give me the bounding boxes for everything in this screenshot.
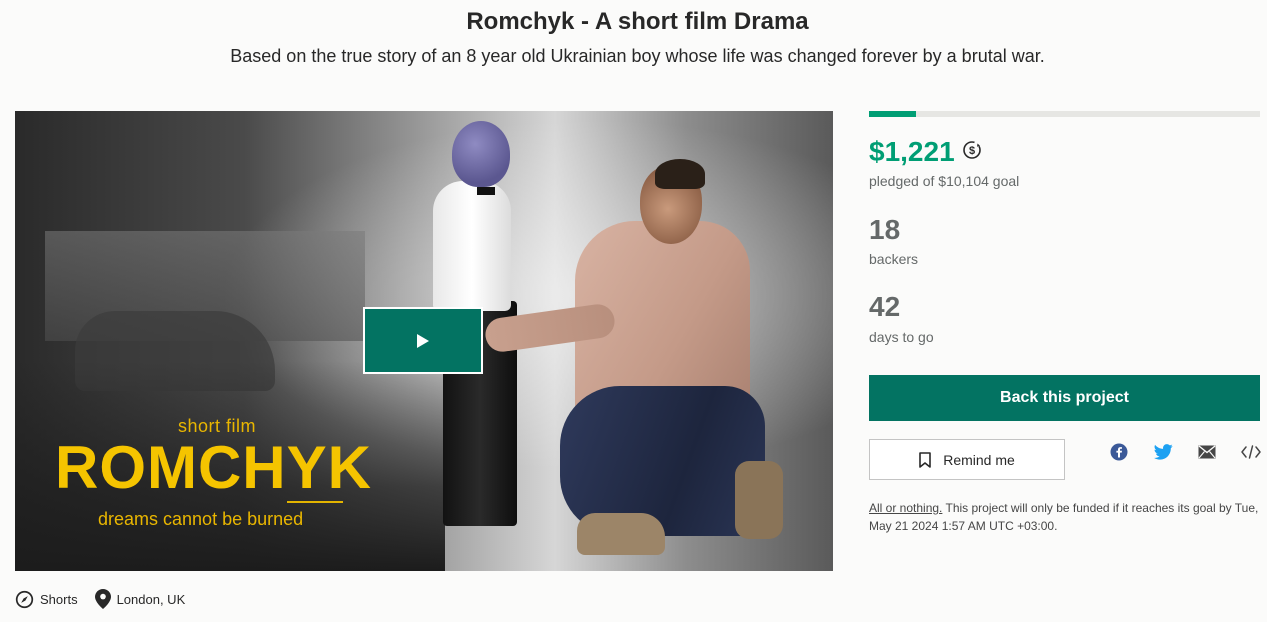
project-title: Romchyk - A short film Drama (466, 8, 809, 35)
poster-film-title: ROMCHYK (55, 434, 372, 501)
days-to-go-caption: days to go (869, 329, 934, 345)
project-meta: Shorts London, UK (15, 588, 202, 610)
poster-boot (577, 513, 665, 555)
compass-icon (15, 590, 34, 608)
pledged-amount: $1,221 (869, 136, 955, 167)
twitter-share[interactable] (1151, 440, 1175, 464)
location-link[interactable]: London, UK (94, 589, 186, 609)
back-project-button[interactable]: Back this project (869, 375, 1260, 421)
poster-man-hair (655, 159, 705, 189)
poster-boy-head (452, 121, 510, 187)
days-to-go-count: 42 (869, 291, 901, 322)
bookmark-icon (919, 451, 932, 468)
currency-convert-icon[interactable]: $ (961, 139, 983, 166)
poster-tagline: dreams cannot be burned (98, 509, 304, 529)
pledged-block: $1,221 $ (869, 136, 983, 168)
facebook-icon (1110, 443, 1128, 461)
email-icon (1198, 445, 1216, 459)
category-label: Shorts (40, 591, 78, 607)
poster-boy-bowtie (477, 187, 495, 195)
project-blurb: Based on the true story of an 8 year old… (230, 46, 1045, 66)
twitter-icon (1153, 444, 1173, 460)
pledged-caption: pledged of $10,104 goal (869, 173, 1020, 189)
category-link[interactable]: Shorts (15, 590, 78, 609)
play-icon (417, 333, 429, 348)
funding-progress-bar (869, 111, 1260, 117)
email-share[interactable] (1195, 440, 1219, 464)
embed-share[interactable] (1239, 440, 1263, 464)
project-video[interactable]: short film ROMCHYK dreams cannot be burn… (15, 111, 833, 571)
svg-text:$: $ (969, 145, 975, 157)
play-button[interactable] (363, 307, 483, 374)
embed-icon (1241, 445, 1261, 459)
poster-boy-shirt (433, 181, 511, 311)
location-label: London, UK (116, 591, 186, 607)
poster-boot (735, 461, 783, 539)
map-pin-icon (94, 589, 111, 609)
all-or-nothing-link[interactable]: All or nothing. (869, 501, 942, 515)
remind-me-button[interactable]: Remind me (869, 439, 1065, 480)
poster-wheat-line (287, 501, 343, 503)
remind-me-label: Remind me (943, 451, 1015, 468)
backers-caption: backers (869, 251, 919, 267)
funding-model-note: All or nothing. This project will only b… (869, 499, 1265, 535)
backers-count: 18 (869, 214, 901, 245)
funding-progress-fill (869, 111, 916, 117)
facebook-share[interactable] (1107, 440, 1131, 464)
